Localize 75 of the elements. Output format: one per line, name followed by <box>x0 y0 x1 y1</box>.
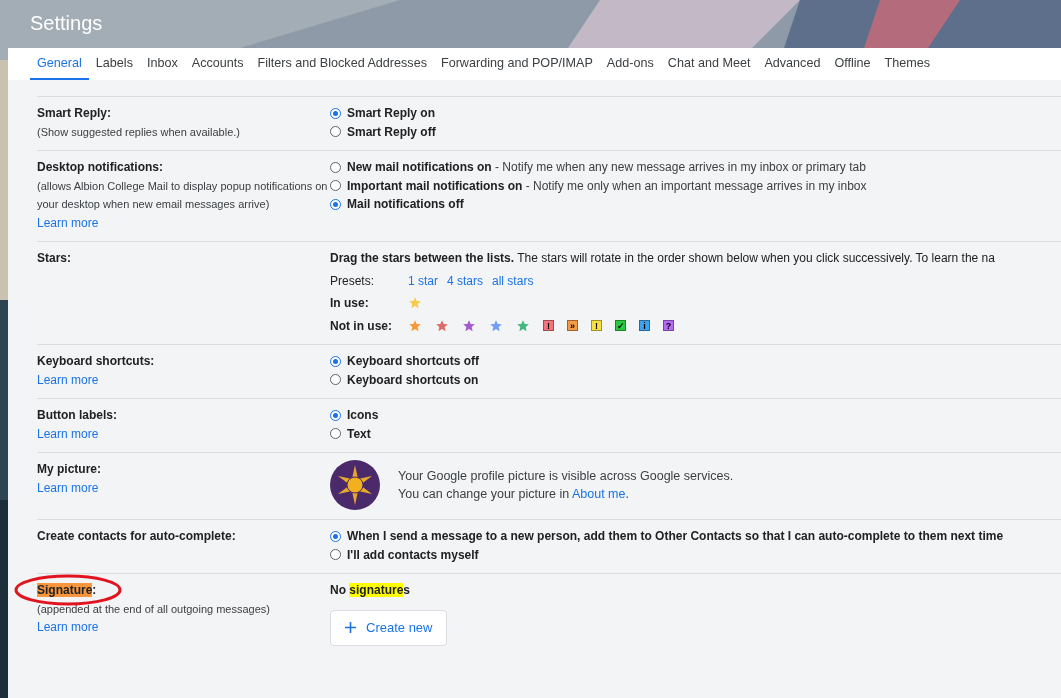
settings-tab[interactable]: Add-ons <box>599 48 661 80</box>
radio-button[interactable] <box>330 530 341 542</box>
learn-more-link[interactable]: Learn more <box>37 618 99 637</box>
setting-label: Signature: <box>37 582 97 599</box>
option-label: Keyboard shortcuts on <box>347 371 479 389</box>
radio-button[interactable] <box>330 161 341 173</box>
not-in-use-label: Not in use: <box>330 317 393 335</box>
setting-description: (Show suggested replies when available.) <box>37 124 240 140</box>
signature-status: No signatures <box>330 582 412 599</box>
marker-icon[interactable]: » <box>567 320 578 332</box>
setting-label: Stars: <box>37 250 71 267</box>
presets-label: Presets: <box>330 272 375 290</box>
setting-label: My picture: <box>37 461 101 478</box>
in-use-label: In use: <box>330 295 370 312</box>
picture-info-text: Your Google profile picture is visible across Google services. <box>398 468 734 485</box>
setting-label: Create contacts for auto-complete: <box>37 528 236 545</box>
learn-more-link[interactable]: Learn more <box>37 478 99 497</box>
option-label: Text <box>347 425 371 443</box>
option-label: I'll add contacts myself <box>347 546 479 564</box>
marker-icon[interactable]: i <box>639 320 650 332</box>
radio-button[interactable] <box>330 409 341 421</box>
radio-button[interactable] <box>330 180 341 192</box>
star-icon[interactable] <box>489 318 503 333</box>
option-label: Smart Reply on <box>347 105 436 122</box>
star-icon[interactable] <box>408 318 422 333</box>
learn-more-link[interactable]: Learn more <box>37 213 99 232</box>
marker-icon[interactable]: ? <box>663 320 674 332</box>
option-label: New mail notifications on - Notify me when any new message arrives in my inbox or primary tab <box>347 159 866 176</box>
stars-instructions: Drag the stars between the lists. The stars will rotate in the order shown below when you click successively. To learn the na <box>330 250 996 267</box>
star-icon[interactable] <box>435 318 449 333</box>
radio-button[interactable] <box>330 549 341 561</box>
settings-tab[interactable]: Inbox <box>139 48 185 80</box>
radio-button[interactable] <box>330 126 341 138</box>
page-title: Settings <box>29 11 104 36</box>
option-label: Mail notifications off <box>347 196 464 213</box>
option-label: Important mail notifications on - Notify me only when an important message arrives in my inbox <box>347 177 867 195</box>
learn-more-link[interactable]: Learn more <box>37 370 99 389</box>
setting-description: (allows Albion College Mail to display popup notifications on your desktop when new email messages arrive) <box>37 178 329 212</box>
radio-button[interactable] <box>330 374 341 386</box>
plus-icon <box>345 622 356 634</box>
radio-button[interactable] <box>330 107 341 119</box>
star-icon[interactable] <box>516 318 530 333</box>
settings-tab[interactable]: Chat and Meet <box>660 48 758 80</box>
settings-tab[interactable]: Forwarding and POP/IMAP <box>433 48 600 80</box>
star-icon[interactable] <box>408 296 422 311</box>
setting-label: Button labels: <box>37 407 117 424</box>
option-label: Icons <box>347 407 379 424</box>
preset-link[interactable]: 4 stars <box>447 271 484 290</box>
setting-label: Smart Reply: <box>37 105 112 122</box>
marker-icon[interactable]: ! <box>543 320 554 332</box>
settings-tab[interactable]: Filters and Blocked Addresses <box>250 48 434 80</box>
radio-button[interactable] <box>330 428 341 440</box>
setting-label: Desktop notifications: <box>37 159 163 176</box>
radio-button[interactable] <box>330 198 341 210</box>
settings-tab[interactable]: General <box>30 48 89 80</box>
create-new-button[interactable]: Create new <box>330 609 448 646</box>
settings-tab[interactable]: Labels <box>88 48 140 80</box>
settings-tab[interactable]: Offline <box>827 48 878 80</box>
settings-tab[interactable]: Advanced <box>757 48 828 80</box>
preset-link[interactable]: all stars <box>492 271 534 290</box>
star-icon[interactable] <box>462 318 476 333</box>
option-label: When I send a message to a new person, add them to Other Contacts so that I can auto-complete to them next time <box>347 528 1004 545</box>
sun-avatar-icon <box>330 460 380 510</box>
preset-link[interactable]: 1 star <box>408 271 438 290</box>
learn-more-link[interactable]: Learn more <box>37 424 99 443</box>
setting-description: (appended at the end of all outgoing messages) <box>37 601 270 617</box>
picture-change-text: You can change your picture in About me. <box>398 486 630 503</box>
settings-tab[interactable]: Accounts <box>184 48 251 80</box>
option-label: Smart Reply off <box>347 123 436 141</box>
marker-icon[interactable]: ✓ <box>615 320 626 332</box>
settings-tab[interactable]: Themes <box>877 48 938 80</box>
setting-label: Keyboard shortcuts: <box>37 353 155 370</box>
marker-icon[interactable]: ! <box>591 320 602 332</box>
radio-button[interactable] <box>330 355 341 367</box>
option-label: Keyboard shortcuts off <box>347 353 479 370</box>
